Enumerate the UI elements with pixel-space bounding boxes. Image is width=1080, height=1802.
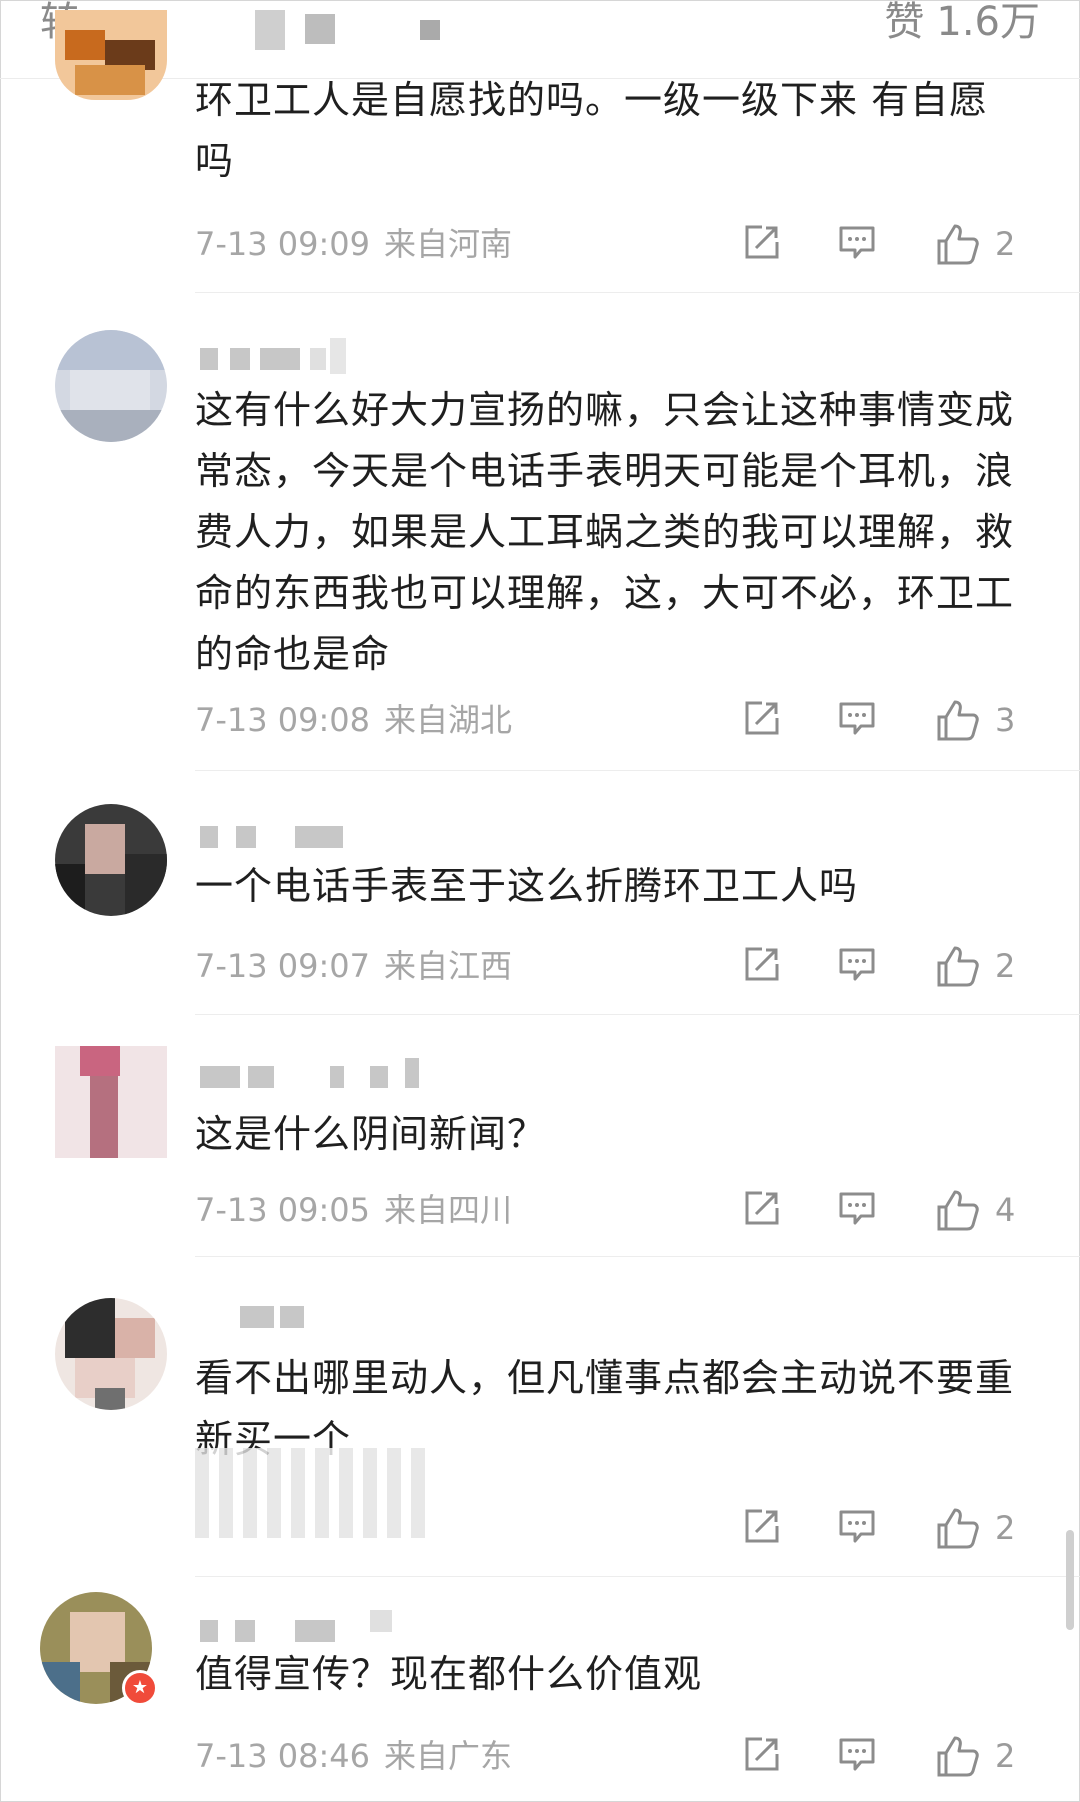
comment-date: 7-13 09:09 — [195, 225, 371, 263]
username-blurred[interactable] — [200, 1306, 340, 1342]
user-avatar[interactable] — [55, 804, 167, 916]
comment-icon[interactable] — [837, 1188, 877, 1234]
comment-date: 7-13 08:46 — [195, 1737, 371, 1775]
comment-date: 7-13 09:07 — [195, 947, 371, 985]
thumbs-up-icon[interactable]: 2 — [935, 1734, 1045, 1780]
comment-meta: 7-13 09:05 来自四川 — [195, 1190, 512, 1230]
divider — [195, 1256, 1080, 1257]
comment-meta — [195, 1508, 209, 1548]
comment-meta: 7-13 09:07 来自江西 — [195, 946, 512, 986]
share-icon[interactable] — [742, 944, 782, 990]
comment-actions: 2 — [742, 1506, 1042, 1552]
blurred-area — [420, 20, 440, 40]
verified-badge-icon: ★ — [122, 1670, 158, 1706]
comment-actions: 3 — [742, 698, 1042, 744]
comment-actions: 4 — [742, 1188, 1042, 1234]
comment-text: 环卫工人是自愿找的吗。一级一级下来 有自愿吗 — [195, 78, 989, 183]
divider — [195, 770, 1080, 771]
user-avatar[interactable] — [55, 1046, 167, 1158]
share-icon[interactable] — [742, 698, 782, 744]
comment-location: 来自湖北 — [384, 701, 513, 739]
share-icon[interactable] — [742, 1734, 782, 1780]
comment-icon[interactable] — [837, 222, 877, 268]
username-blurred[interactable] — [200, 1058, 440, 1102]
like-count: 2 — [995, 947, 1016, 985]
comment-meta: 7-13 09:08 来自湖北 — [195, 700, 512, 740]
comment-location: 来自四川 — [384, 1191, 513, 1229]
comment-icon[interactable] — [837, 1506, 877, 1552]
like-count: 2 — [995, 1509, 1016, 1547]
share-icon[interactable] — [742, 222, 782, 268]
thumbs-up-icon[interactable]: 2 — [935, 222, 1045, 268]
comment-icon[interactable] — [837, 944, 877, 990]
comment-meta: 7-13 08:46 来自广东 — [195, 1736, 512, 1776]
like-count: 2 — [995, 225, 1016, 263]
thumbs-up-icon[interactable]: 2 — [935, 944, 1045, 990]
thumbs-up-icon[interactable]: 4 — [935, 1188, 1045, 1234]
thumbs-up-icon[interactable]: 2 — [935, 1506, 1045, 1552]
comment-icon[interactable] — [837, 1734, 877, 1780]
share-icon[interactable] — [742, 1506, 782, 1552]
comment-location: 来自江西 — [384, 947, 513, 985]
comment-text: 这是什么阴间新闻？ — [195, 1112, 547, 1156]
comment-location: 来自河南 — [384, 225, 513, 263]
thumbs-up-icon[interactable]: 3 — [935, 698, 1045, 744]
like-count: 2 — [995, 1737, 1016, 1775]
comment-text: 值得宣传？现在都什么价值观 — [195, 1652, 703, 1696]
like-count: 1.6万 — [936, 0, 1040, 45]
comment-actions: 2 — [742, 222, 1042, 268]
divider — [195, 292, 1080, 293]
comment-date: 7-13 09:08 — [195, 701, 371, 739]
like-tab[interactable]: 赞 1.6万 — [884, 0, 1040, 44]
divider — [195, 1576, 1080, 1577]
comment-icon[interactable] — [837, 698, 877, 744]
like-count: 3 — [995, 701, 1016, 739]
username-blurred[interactable] — [200, 338, 420, 384]
like-count: 4 — [995, 1191, 1016, 1229]
user-avatar[interactable] — [55, 10, 167, 100]
blurred-area — [305, 14, 335, 44]
comment-date: 7-13 09:05 — [195, 1191, 371, 1229]
comment-text: 这有什么好大力宣扬的嘛，只会让这种事情变成常态，今天是个电话手表明天可能是个耳机… — [195, 388, 1015, 676]
blurred-area — [255, 10, 285, 50]
user-avatar[interactable] — [55, 1298, 167, 1410]
comment-actions: 2 — [742, 1734, 1042, 1780]
user-avatar[interactable] — [55, 330, 167, 442]
divider — [195, 1014, 1080, 1015]
comment-location: 来自广东 — [384, 1737, 513, 1775]
comment-meta: 7-13 09:09 来自河南 — [195, 224, 512, 264]
blurred-area — [195, 1448, 425, 1538]
comment-text: 一个电话手表至于这么折腾环卫工人吗 — [195, 864, 859, 908]
like-label: 赞 — [884, 0, 925, 45]
scrollbar[interactable] — [1066, 1530, 1074, 1630]
comment-actions: 2 — [742, 944, 1042, 990]
share-icon[interactable] — [742, 1188, 782, 1234]
